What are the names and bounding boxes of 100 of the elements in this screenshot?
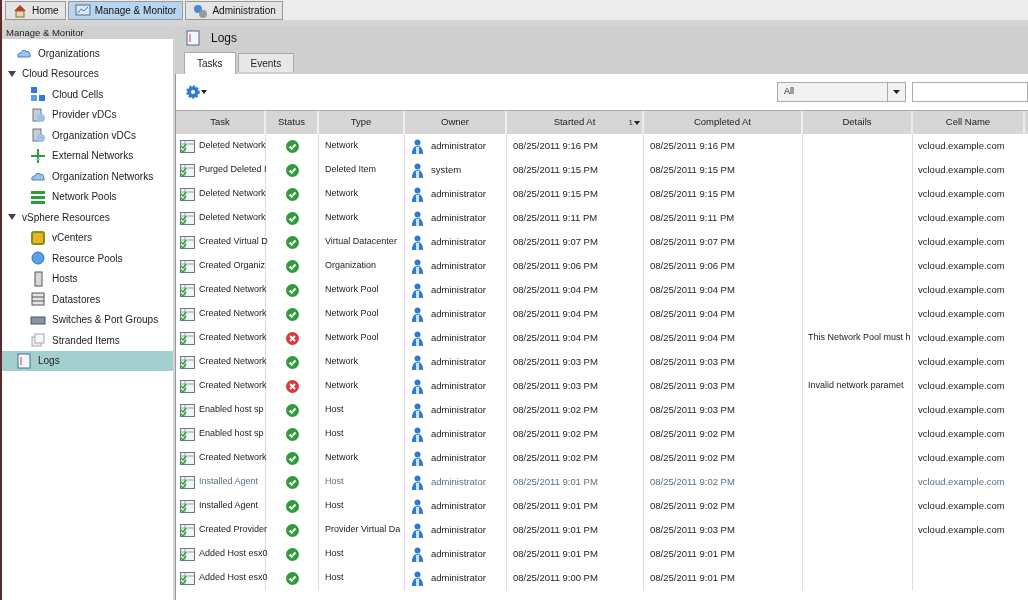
sidebar-item[interactable]: vCenters bbox=[2, 227, 173, 248]
table-cell-text: administrator bbox=[431, 378, 486, 393]
column-header[interactable]: Completed At bbox=[644, 111, 803, 134]
column-header[interactable]: Started At 1 bbox=[507, 111, 644, 134]
search-field[interactable] bbox=[912, 82, 1028, 102]
table-cell: Created Network bbox=[199, 307, 267, 321]
table-cell-text: administrator bbox=[431, 354, 486, 369]
table-cell: Provider Virtual Da bbox=[325, 523, 401, 537]
column-header[interactable]: Details bbox=[803, 111, 913, 134]
sidebar-title: Manage & Monitor bbox=[2, 26, 173, 39]
top-tab[interactable]: Administration bbox=[185, 1, 283, 20]
table-cell-text: vcloud.example.com bbox=[918, 402, 1005, 417]
table-cell-text: 08/25/2011 9:04 PM bbox=[513, 282, 598, 297]
sidebar-item[interactable]: Hosts bbox=[2, 268, 173, 289]
task-list-icon bbox=[180, 283, 195, 297]
top-tab[interactable]: Manage & Monitor bbox=[67, 1, 184, 20]
table-cell: Network bbox=[325, 211, 358, 225]
table-cell: Enabled host sp bbox=[199, 403, 264, 417]
task-list-icon bbox=[180, 475, 195, 489]
task-list-icon bbox=[180, 547, 195, 561]
expand-arrow-icon[interactable] bbox=[8, 69, 16, 78]
filter-dropdown[interactable]: All bbox=[777, 82, 906, 102]
column-header[interactable]: Cell Name bbox=[913, 111, 1025, 134]
table-cell: This Network Pool must h bbox=[808, 331, 911, 345]
user-icon bbox=[412, 450, 423, 466]
user-icon bbox=[412, 354, 423, 370]
sidebar-item[interactable]: Cloud Cells bbox=[2, 84, 173, 105]
table-cell-text: administrator bbox=[431, 234, 486, 249]
table-cell-text: 08/25/2011 9:03 PM bbox=[650, 354, 735, 369]
table-cell: Organization bbox=[325, 259, 377, 273]
sidebar-item[interactable]: Provider vDCs bbox=[2, 104, 173, 125]
sidebar-item[interactable]: Stranded Items bbox=[2, 330, 173, 351]
sidebar-item[interactable]: Datastores bbox=[2, 289, 173, 310]
table-cell-text: 08/25/2011 9:03 PM bbox=[650, 522, 735, 537]
log-icon bbox=[16, 352, 32, 369]
sort-indicator[interactable]: 1 bbox=[628, 116, 640, 129]
table-cell-text: 08/25/2011 9:16 PM bbox=[650, 138, 735, 153]
table-cell: Purged Deleted I bbox=[199, 163, 267, 177]
table-cell-text: system bbox=[431, 162, 462, 177]
table-cell-text: 08/25/2011 9:15 PM bbox=[650, 162, 735, 177]
table-cell-text: 08/25/2011 9:02 PM bbox=[650, 498, 735, 513]
table-cell-text: 08/25/2011 9:04 PM bbox=[513, 330, 598, 345]
table-cell-text: administrator bbox=[431, 522, 486, 537]
table-cell: Created Network bbox=[199, 379, 267, 393]
sidebar-item[interactable]: External Networks bbox=[2, 145, 173, 166]
table-cell: Created Virtual D bbox=[199, 235, 268, 249]
table-cell: Network Pool bbox=[325, 307, 379, 321]
user-icon bbox=[412, 210, 423, 226]
table-cell-text: 08/25/2011 9:02 PM bbox=[650, 426, 735, 441]
sidebar-item[interactable]: Logs bbox=[2, 350, 173, 371]
column-header[interactable]: Task bbox=[176, 111, 266, 134]
table-cell-text: vcloud.example.com bbox=[918, 162, 1005, 177]
sidebar-item[interactable]: Resource Pools bbox=[2, 248, 173, 269]
table-cell-text: vcloud.example.com bbox=[918, 354, 1005, 369]
table-cell-text: 08/25/2011 9:02 PM bbox=[650, 450, 735, 465]
table-cell-text: 08/25/2011 9:15 PM bbox=[650, 186, 735, 201]
sidebar-item[interactable]: Network Pools bbox=[2, 186, 173, 207]
expand-arrow-icon[interactable] bbox=[8, 213, 16, 222]
table-cell: Deleted Item bbox=[325, 163, 377, 177]
sidebar-item[interactable]: Organization Networks bbox=[2, 166, 173, 187]
column-header[interactable]: Owner bbox=[405, 111, 507, 134]
user-icon bbox=[412, 522, 423, 538]
table-cell-text: vcloud.example.com bbox=[918, 210, 1005, 225]
table-cell-text: 08/25/2011 9:04 PM bbox=[513, 306, 598, 321]
task-list-icon bbox=[180, 211, 195, 225]
tab[interactable]: Events bbox=[237, 53, 295, 72]
table-cell: Deleted Network bbox=[199, 139, 266, 153]
tab[interactable]: Tasks bbox=[184, 52, 236, 74]
table-cell-text: 08/25/2011 9:11 PM bbox=[650, 210, 735, 225]
log-icon bbox=[185, 30, 201, 46]
table-cell-text: 08/25/2011 9:02 PM bbox=[513, 426, 598, 441]
sidebar-item[interactable]: Switches & Port Groups bbox=[2, 309, 173, 330]
settings-menu-button[interactable] bbox=[186, 85, 207, 99]
sidebar-item[interactable]: Organizations bbox=[2, 43, 173, 64]
tree-group-label[interactable]: vSphere Resources bbox=[22, 209, 110, 225]
table-cell-text: vcloud.example.com bbox=[918, 474, 1005, 489]
table-cell-text: 08/25/2011 9:16 PM bbox=[513, 138, 598, 153]
table-cell: Enabled host sp bbox=[199, 427, 264, 441]
table-cell: Installed Agent bbox=[199, 499, 259, 513]
user-icon bbox=[412, 282, 423, 298]
task-list-icon bbox=[180, 259, 195, 273]
task-list-icon bbox=[180, 355, 195, 369]
table-cell: Virtual Datacenter bbox=[325, 235, 397, 249]
table-cell-text: 08/25/2011 9:04 PM bbox=[650, 306, 735, 321]
tree-group-label[interactable]: Cloud Resources bbox=[22, 66, 99, 82]
user-icon bbox=[412, 234, 423, 250]
top-tab[interactable]: Home bbox=[5, 1, 66, 20]
column-header[interactable]: Type bbox=[319, 111, 405, 134]
table-cell-text: 08/25/2011 9:03 PM bbox=[513, 378, 598, 393]
table-cell-text: 08/25/2011 9:04 PM bbox=[650, 330, 735, 345]
task-list-icon bbox=[180, 451, 195, 465]
sidebar-item[interactable]: Organization vDCs bbox=[2, 125, 173, 146]
table-cell-text: administrator bbox=[431, 498, 486, 513]
column-header[interactable]: Status bbox=[266, 111, 319, 134]
table-cell-text: 08/25/2011 9:01 PM bbox=[513, 498, 598, 513]
table-cell-text: 08/25/2011 9:07 PM bbox=[650, 234, 735, 249]
table-cell-text: vcloud.example.com bbox=[918, 330, 1005, 345]
task-list-icon bbox=[180, 163, 195, 177]
user-icon bbox=[412, 186, 423, 202]
table-cell-text: administrator bbox=[431, 258, 486, 273]
